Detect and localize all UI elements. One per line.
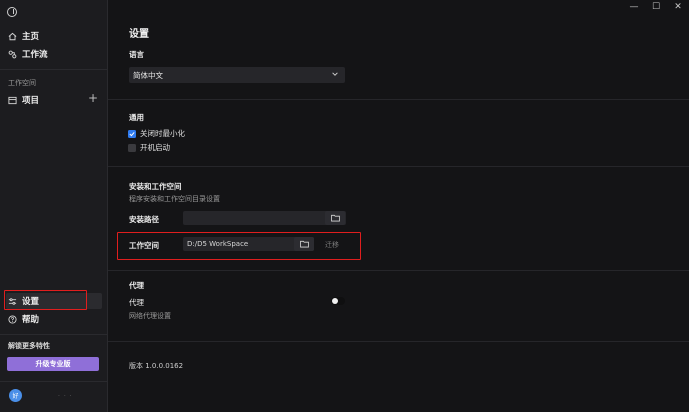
workspace-section-label: 工作空间 (8, 79, 36, 87)
minimize-on-close-option[interactable]: 关闭时最小化 (128, 128, 185, 139)
proxy-toggle[interactable] (331, 297, 345, 305)
sidebar-item-label: 帮助 (22, 315, 40, 325)
sidebar-divider (0, 69, 108, 70)
sidebar-item-label: 主页 (22, 32, 40, 42)
home-icon (8, 32, 17, 41)
workflow-icon (8, 50, 17, 59)
check-icon (129, 131, 135, 136)
sidebar-item-home[interactable]: 主页 (6, 28, 102, 44)
sidebar-item-label: 工作流 (22, 50, 48, 60)
app-logo-icon (7, 7, 17, 17)
sidebar-item-help[interactable]: 帮助 (6, 311, 102, 327)
proxy-description: 网络代理设置 (129, 312, 171, 320)
project-icon (8, 96, 17, 105)
sidebar-item-label: 项目 (22, 96, 40, 106)
general-section-title: 通用 (129, 113, 144, 122)
launch-on-startup-option[interactable]: 开机启动 (128, 142, 170, 153)
add-project-icon[interactable]: + (88, 92, 98, 104)
section-divider (108, 166, 689, 167)
minimize-on-close-checkbox[interactable] (128, 129, 136, 138)
minimize-on-close-label: 关闭时最小化 (140, 129, 185, 138)
proxy-label: 代理 (129, 298, 144, 307)
help-icon (8, 314, 17, 324)
workspace-label: 工作空间 (129, 241, 159, 250)
sidebar-item-settings[interactable]: 设置 (6, 293, 102, 309)
minimize-icon[interactable]: — (629, 2, 639, 12)
maximize-icon[interactable]: ☐ (651, 2, 661, 12)
language-select[interactable]: 简体中文 (129, 67, 345, 83)
launch-on-startup-label: 开机启动 (140, 143, 170, 152)
folder-icon (330, 214, 340, 222)
folder-icon (299, 240, 309, 248)
sidebar-divider (0, 334, 108, 335)
unlock-features-label: 解锁更多特性 (8, 342, 50, 350)
chevron-down-icon (332, 72, 338, 76)
proxy-section-title: 代理 (129, 281, 144, 290)
close-icon[interactable]: ✕ (673, 2, 683, 12)
section-divider (108, 270, 689, 271)
sidebar-item-workflow[interactable]: 工作流 (6, 46, 102, 62)
page-title: 设置 (129, 29, 149, 40)
language-section-title: 语言 (129, 50, 144, 59)
install-section-description: 程序安装和工作空间目录设置 (129, 195, 220, 203)
section-divider (108, 341, 689, 342)
migrate-workspace-button[interactable]: 迁移 (325, 240, 339, 250)
section-divider (108, 99, 689, 100)
avatar[interactable]: 好 (9, 389, 22, 402)
install-section-title: 安装和工作空间 (129, 182, 182, 191)
sliders-icon (8, 297, 17, 306)
window-controls: — ☐ ✕ (629, 2, 683, 12)
sidebar: 主页 工作流 工作空间 项目 + 设置 帮助 解锁更多特性 升级专业版 好 · … (0, 0, 108, 412)
upgrade-pro-button[interactable]: 升级专业版 (7, 357, 99, 371)
sidebar-divider (0, 381, 108, 382)
install-path-field[interactable] (183, 211, 346, 225)
user-name: · · · (58, 393, 73, 400)
language-select-value: 简体中文 (133, 70, 163, 80)
launch-on-startup-checkbox[interactable] (128, 143, 136, 152)
install-path-browse-button[interactable] (325, 211, 345, 225)
workspace-browse-button[interactable] (294, 237, 314, 251)
settings-panel: — ☐ ✕ 设置 语言 简体中文 通用 关闭时最小化 开机启动 安装和工作空间 … (108, 0, 689, 412)
sidebar-item-label: 设置 (22, 297, 40, 307)
workspace-path-value: D:/D5 WorkSpace (187, 240, 249, 248)
version-text: 版本 1.0.0.0162 (129, 362, 184, 370)
install-path-label: 安装路径 (129, 215, 159, 224)
